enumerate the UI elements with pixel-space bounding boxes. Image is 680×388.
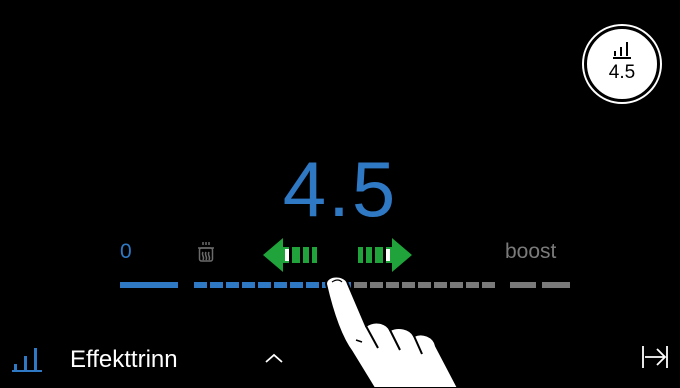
badge-value: 4.5 xyxy=(608,61,636,83)
level-bar-segment xyxy=(194,282,207,288)
power-level-badge[interactable]: 4.5 xyxy=(584,26,660,102)
power-level-icon xyxy=(614,42,628,57)
power-level-icon xyxy=(12,348,42,372)
level-bar-segment xyxy=(542,282,570,288)
scale-max-label: boost xyxy=(505,240,557,263)
pointing-hand-icon xyxy=(324,275,460,388)
bottom-menu-label[interactable]: Effekttrinn xyxy=(70,346,178,374)
badge-underline xyxy=(613,57,631,59)
scale-min-label: 0 xyxy=(120,240,132,263)
level-bar-segment xyxy=(120,282,178,288)
arrow-right-icon[interactable] xyxy=(352,236,412,274)
pot-steam-icon xyxy=(198,242,214,262)
level-bar-segment xyxy=(242,282,255,288)
level-bar-segment xyxy=(274,282,287,288)
arrow-left-icon[interactable] xyxy=(263,236,323,274)
chevron-up-icon[interactable] xyxy=(264,352,284,364)
level-bar-segment xyxy=(226,282,239,288)
power-level-display: 4.5 xyxy=(282,145,398,233)
arrow-to-end-icon[interactable] xyxy=(641,344,669,370)
level-bar-segment xyxy=(258,282,271,288)
level-bar-segment xyxy=(290,282,303,288)
level-bar-segment xyxy=(210,282,223,288)
